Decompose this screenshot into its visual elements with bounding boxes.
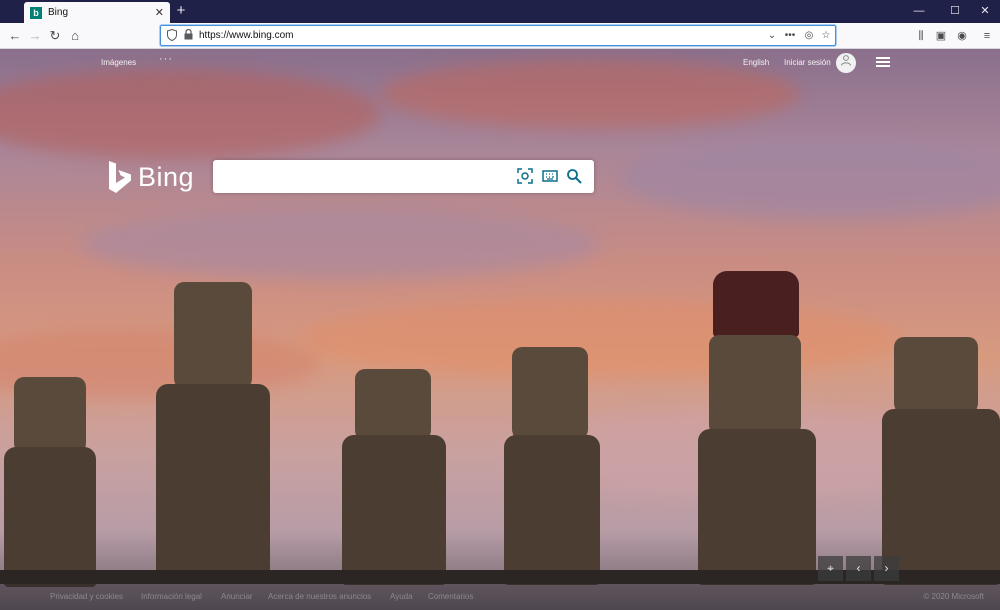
search-input[interactable] xyxy=(223,166,503,187)
close-window-button[interactable]: ✕ xyxy=(970,2,1000,20)
footer-link-advertise[interactable]: Anunciar xyxy=(221,592,253,601)
minimize-button[interactable]: — xyxy=(904,2,934,20)
bing-favicon-icon: b xyxy=(30,6,42,19)
new-tab-button[interactable]: + xyxy=(174,3,188,19)
library-icon[interactable]: ⫼ xyxy=(912,27,930,45)
back-button[interactable]: ← xyxy=(6,27,24,45)
footer-link-legal[interactable]: Información legal xyxy=(141,592,202,601)
url-dropdown-icon[interactable]: ⌄ xyxy=(765,29,779,43)
browser-navbar: ← → ↻ ⌂ https://www.bing.com ⌄ ••• ◎ ☆ ⫼… xyxy=(0,23,1000,49)
sidebar-icon[interactable]: ▣ xyxy=(932,27,950,45)
close-tab-icon[interactable]: ✕ xyxy=(155,6,164,19)
bing-logo[interactable]: Bing xyxy=(108,160,194,194)
forward-button[interactable]: → xyxy=(26,27,44,45)
bing-b-icon xyxy=(109,161,131,193)
shield-icon[interactable] xyxy=(166,28,178,43)
user-avatar-icon[interactable] xyxy=(836,53,856,73)
keyboard-icon[interactable] xyxy=(541,168,559,186)
reload-button[interactable]: ↻ xyxy=(46,27,64,45)
maximize-button[interactable]: ☐ xyxy=(940,2,970,20)
copyright-text: © 2020 Microsoft xyxy=(923,592,984,601)
search-icon[interactable] xyxy=(565,168,583,186)
lock-icon[interactable] xyxy=(182,28,194,43)
location-icon[interactable]: ⌖ xyxy=(818,556,843,581)
search-box xyxy=(213,160,594,193)
footer-link-feedback[interactable]: Comentarios xyxy=(428,592,473,601)
home-button[interactable]: ⌂ xyxy=(66,27,84,45)
sign-in-link[interactable]: Iniciar sesión xyxy=(784,58,831,67)
pocket-icon[interactable]: ◎ xyxy=(802,29,816,43)
previous-image-button[interactable]: ‹ xyxy=(846,556,871,581)
images-link[interactable]: Imágenes xyxy=(101,58,136,67)
bing-logo-text: Bing xyxy=(138,161,195,192)
language-link[interactable]: English xyxy=(743,58,769,67)
url-bar[interactable]: https://www.bing.com ⌄ ••• ◎ ☆ xyxy=(160,25,836,46)
app-menu-icon[interactable]: ≡ xyxy=(978,27,996,45)
url-text[interactable]: https://www.bing.com xyxy=(199,30,293,41)
bing-homepage: Imágenes ··· English Iniciar sesión Bing… xyxy=(0,49,1000,610)
footer-link-about-ads[interactable]: Acerca de nuestros anuncios xyxy=(268,592,371,601)
bing-menu-icon[interactable] xyxy=(876,57,890,67)
tab-title: Bing xyxy=(48,7,69,18)
bookmark-star-icon[interactable]: ☆ xyxy=(819,29,833,43)
more-services-icon[interactable]: ··· xyxy=(159,53,173,65)
visual-search-icon[interactable] xyxy=(516,168,534,186)
page-actions-icon[interactable]: ••• xyxy=(783,29,797,43)
account-icon[interactable]: ◉ xyxy=(953,27,971,45)
tab-bing[interactable]: b Bing ✕ xyxy=(24,2,170,23)
next-image-button[interactable]: › xyxy=(874,556,899,581)
footer-link-help[interactable]: Ayuda xyxy=(390,592,413,601)
browser-titlebar: b Bing ✕ + — ☐ ✕ xyxy=(0,0,1000,23)
bing-footer: ⌖ ‹ › Privacidad y cookies Información l… xyxy=(0,556,1000,610)
footer-link-privacy[interactable]: Privacidad y cookies xyxy=(50,592,123,601)
